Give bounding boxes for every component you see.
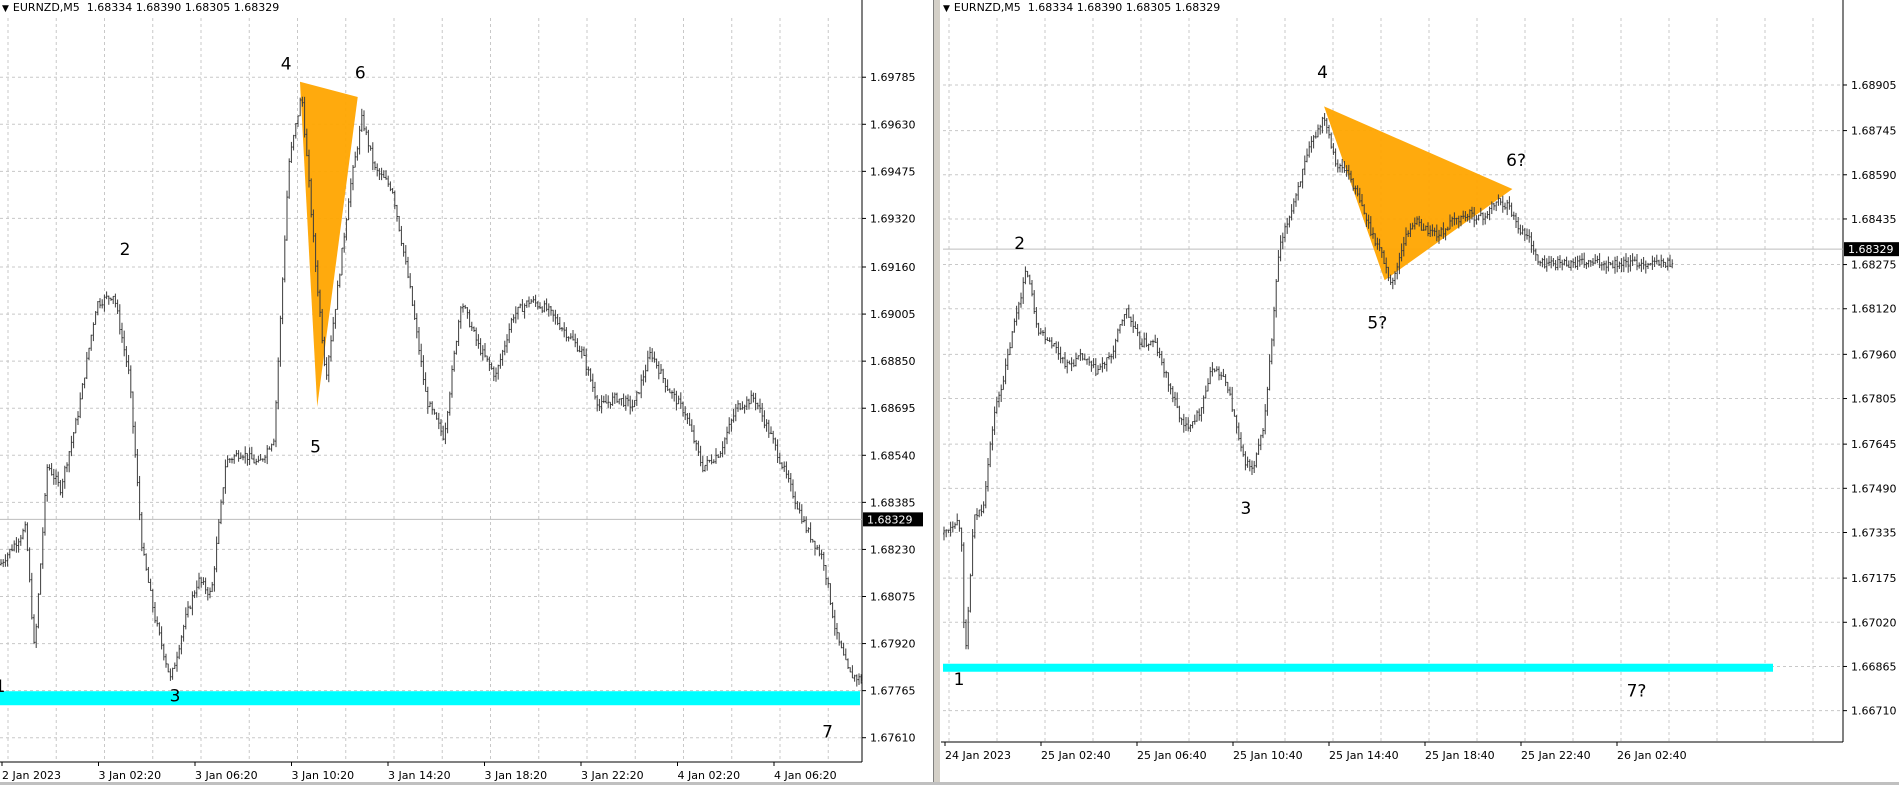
- wave-label: 6?: [1506, 151, 1526, 171]
- price-tag-label: 1.68329: [867, 513, 913, 526]
- y-tick-label: 1.69320: [870, 212, 916, 225]
- x-tick-label: 2 Jan 2023: [2, 769, 61, 782]
- wave-label: 6: [355, 64, 366, 84]
- window-splitter[interactable]: [933, 0, 941, 785]
- y-tick-label: 1.68540: [870, 449, 916, 462]
- x-tick-label: 26 Jan 02:40: [1617, 749, 1687, 762]
- current-price-tag: 1.68329: [1844, 242, 1899, 257]
- x-axis-labels: 2 Jan 2023 3 Jan 02:20 3 Jan 06:20 3 Jan 10…: [1, 762, 837, 782]
- y-tick-label: 1.67645: [1851, 438, 1897, 451]
- y-tick-label: 1.67960: [1851, 348, 1897, 361]
- x-tick-label: 3 Jan 22:20: [581, 769, 644, 782]
- y-tick-label: 1.68695: [870, 402, 916, 415]
- y-tick-label: 1.69475: [870, 165, 916, 178]
- chart-canvas[interactable]: 12345?6?7?1.689051.687451.685901.684351.…: [941, 0, 1899, 785]
- wave-label: 1: [954, 670, 965, 690]
- y-tick-label: 1.68745: [1851, 125, 1897, 138]
- y-tick-label: 1.68075: [870, 590, 916, 603]
- ohlc-readout: 1.68334 1.68390 1.68305 1.68329: [1027, 1, 1221, 14]
- ohlc-readout: 1.68334 1.68390 1.68305 1.68329: [86, 1, 280, 14]
- y-tick-label: 1.68435: [1851, 213, 1897, 226]
- y-tick-label: 1.68230: [870, 543, 916, 556]
- wave-label: 5?: [1367, 314, 1387, 334]
- chart-window-left[interactable]: ▼ EURNZD,M5 1.68334 1.68390 1.68305 1.683…: [0, 0, 933, 785]
- chart-header: ▼ EURNZD,M5 1.68334 1.68390 1.68305 1.683…: [943, 1, 1220, 14]
- y-tick-label: 1.66710: [1851, 705, 1897, 718]
- wave-label: 2: [1014, 234, 1025, 254]
- grid: [943, 18, 1843, 742]
- y-tick-label: 1.67805: [1851, 393, 1897, 406]
- y-tick-label: 1.69630: [870, 118, 916, 131]
- wave-label: 1: [0, 677, 5, 697]
- symbol-label: EURNZD,M5: [12, 1, 80, 14]
- wave-label: 3: [170, 686, 181, 706]
- price-bars: [943, 113, 1674, 650]
- support-band: [0, 691, 860, 706]
- x-tick-label: 25 Jan 06:40: [1137, 749, 1207, 762]
- x-tick-label: 25 Jan 22:40: [1521, 749, 1591, 762]
- price-tag-label: 1.68329: [1848, 243, 1894, 256]
- y-tick-label: 1.67490: [1851, 482, 1897, 495]
- price-bars: [0, 96, 863, 687]
- chart-canvas[interactable]: 1 2 3 4 5 6 7 1.69785 1.69630 1.69475 1.69320 1.691…: [0, 0, 933, 785]
- support-band: [943, 663, 1773, 672]
- wave-label: 7?: [1627, 681, 1647, 701]
- y-axis-labels: 1.69785 1.69630 1.69475 1.69320 1.69160 1.690…: [862, 71, 916, 745]
- y-tick-label: 1.67920: [870, 638, 916, 651]
- x-tick-label: 3 Jan 14:20: [388, 769, 451, 782]
- x-tick-label: 3 Jan 10:20: [292, 769, 355, 782]
- x-tick-label: 25 Jan 02:40: [1041, 749, 1111, 762]
- y-tick-label: 1.69005: [870, 308, 916, 321]
- x-tick-label: 4 Jan 02:20: [678, 769, 741, 782]
- x-axis-labels: 24 Jan 2023 25 Jan 02:40 25 Jan 06:40 25 Ja…: [944, 742, 1687, 762]
- wave-label: 4: [1317, 63, 1328, 83]
- y-axis-labels: 1.68905 1.68745 1.68590 1.68435 1.68275 1.681…: [1843, 79, 1897, 718]
- y-tick-label: 1.69785: [870, 71, 916, 84]
- y-tick-label: 1.68850: [870, 355, 916, 368]
- y-tick-label: 1.68120: [1851, 303, 1897, 316]
- y-tick-label: 1.67175: [1851, 572, 1897, 585]
- wave-label: 5: [310, 437, 321, 457]
- wave-label: 2: [120, 240, 131, 260]
- x-tick-label: 3 Jan 06:20: [195, 769, 258, 782]
- grid: [0, 18, 862, 762]
- wave-label: 3: [1241, 499, 1252, 519]
- x-tick-label: 4 Jan 06:20: [774, 769, 837, 782]
- x-tick-label: 25 Jan 10:40: [1233, 749, 1303, 762]
- wave-label: 7: [822, 723, 833, 743]
- current-price-tag: 1.68329: [863, 512, 923, 527]
- pattern-triangle: [1324, 106, 1513, 281]
- x-tick-label: 25 Jan 14:40: [1329, 749, 1399, 762]
- x-tick-label: 3 Jan 18:20: [485, 769, 548, 782]
- y-tick-label: 1.67765: [870, 685, 916, 698]
- y-tick-label: 1.67335: [1851, 526, 1897, 539]
- wave-labels: 1 2 3 4 5 6 7: [0, 55, 833, 743]
- chart-header: ▼ EURNZD,M5 1.68334 1.68390 1.68305 1.683…: [2, 1, 279, 14]
- dropdown-arrow-icon[interactable]: ▼: [943, 4, 950, 14]
- y-tick-label: 1.69160: [870, 261, 916, 274]
- wave-label: 4: [281, 55, 292, 75]
- y-tick-label: 1.68590: [1851, 169, 1897, 182]
- x-tick-label: 3 Jan 02:20: [99, 769, 162, 782]
- y-tick-label: 1.68385: [870, 496, 916, 509]
- dropdown-arrow-icon[interactable]: ▼: [2, 4, 9, 14]
- symbol-label: EURNZD,M5: [953, 1, 1021, 14]
- y-tick-label: 1.67020: [1851, 616, 1897, 629]
- y-tick-label: 1.66865: [1851, 660, 1897, 673]
- wave-labels: 1 2 3 4 5? 6? 7?: [954, 63, 1647, 702]
- x-tick-label: 25 Jan 18:40: [1425, 749, 1495, 762]
- chart-window-right[interactable]: ▼ EURNZD,M5 1.68334 1.68390 1.68305 1.683…: [941, 0, 1899, 785]
- y-tick-label: 1.68275: [1851, 259, 1897, 272]
- y-tick-label: 1.68905: [1851, 79, 1897, 92]
- y-tick-label: 1.67610: [870, 732, 916, 745]
- x-tick-label: 24 Jan 2023: [945, 749, 1011, 762]
